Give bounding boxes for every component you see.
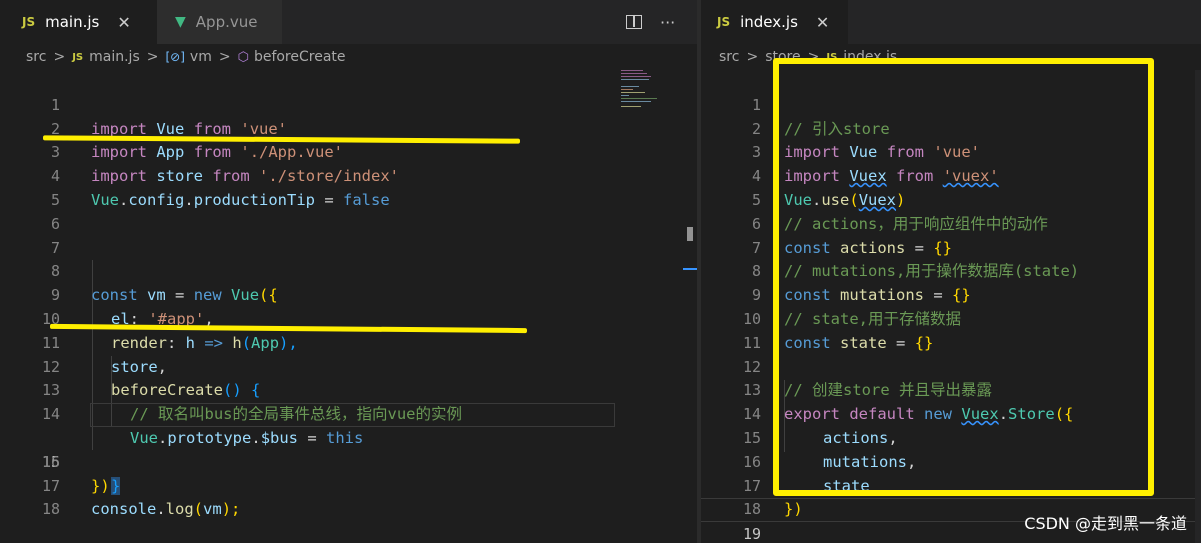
tab-index-js[interactable]: JS index.js ✕ <box>701 0 848 44</box>
left-editor-pane: JS main.js ✕ ▼ App.vue ··· src > JS main… <box>0 0 697 543</box>
code-line-2: 2 import App from './App.vue' <box>0 94 697 162</box>
annotation-highlight-box <box>773 58 1154 496</box>
breadcrumb-symbol-vm[interactable]: vm <box>190 49 212 65</box>
code-line-18: 18 <box>0 475 697 518</box>
vue-file-icon: ▼ <box>175 14 186 30</box>
code-line-5: 5 <box>0 165 697 209</box>
code-line-16: 16 }) <box>0 427 697 495</box>
breadcrumb: src > JS main.js > [⊘] vm > ⬡ beforeCrea… <box>0 44 697 70</box>
scrollbar-thumb[interactable] <box>687 227 693 241</box>
left-code-area[interactable]: 1 import Vue from 'vue' 2 import App fro… <box>0 70 697 519</box>
code-line-17: 17 console.log(vm); <box>0 451 697 519</box>
code-line-9: 9 el: '#app', <box>0 260 697 328</box>
variable-symbol-icon: [⊘] <box>165 50 185 64</box>
code-line-12: 12 beforeCreate() { <box>0 332 697 400</box>
line-number: 18 <box>41 500 60 519</box>
tab-label: App.vue <box>195 13 258 31</box>
right-editor-pane: JS index.js ✕ src > store > JS index.js … <box>701 0 1201 543</box>
close-icon[interactable]: ✕ <box>816 13 829 32</box>
close-icon[interactable]: ✕ <box>117 13 130 32</box>
current-line-highlight <box>90 403 615 427</box>
code-line-10: 10 render: h => h(App), <box>0 284 697 352</box>
tab-label: main.js <box>45 13 100 31</box>
editor-actions: ··· <box>626 0 675 44</box>
chevron-right-icon: > <box>218 49 231 65</box>
breadcrumb-symbol-beforecreate[interactable]: beforeCreate <box>254 49 346 65</box>
tab-main-js[interactable]: JS main.js ✕ <box>0 0 157 44</box>
breadcrumb-file[interactable]: main.js <box>89 49 140 65</box>
code-line-13: 13 // 取名叫bus的全局事件总线，指向vue的实例 <box>0 356 697 423</box>
code-line-14: 14 Vue.prototype.$bus = this <box>0 379 697 447</box>
code-line-1: 1 import Vue from 'vue' <box>0 70 697 138</box>
code-line-4: 4 Vue.config.productionTip = false <box>0 141 697 209</box>
line-number: 19 <box>742 525 761 543</box>
right-tab-bar: JS index.js ✕ <box>701 0 1201 44</box>
js-file-icon: JS <box>22 15 36 29</box>
method-symbol-icon: ⬡ <box>237 49 249 65</box>
code-line-8: 8 const vm = new Vue({ <box>0 237 697 304</box>
js-file-icon: JS <box>72 51 84 63</box>
more-actions-icon[interactable]: ··· <box>660 13 675 32</box>
code-line-7: 7 <box>0 213 697 257</box>
chevron-right-icon: > <box>746 49 759 65</box>
minimap[interactable] <box>621 70 681 110</box>
chevron-right-icon: > <box>146 49 159 65</box>
code-line-15: 15 } <box>0 403 697 495</box>
code-line-6: 6 <box>0 189 697 233</box>
tab-app-vue[interactable]: ▼ App.vue <box>157 0 282 44</box>
breadcrumb-folder[interactable]: src <box>719 49 739 65</box>
breadcrumb-folder[interactable]: src <box>26 49 46 65</box>
cursor-position-marker <box>683 268 697 270</box>
scrollbar-track[interactable] <box>1195 70 1201 543</box>
watermark: CSDN @走到黑一条道 <box>1024 514 1187 533</box>
split-editor-icon[interactable] <box>626 15 642 29</box>
tab-label: index.js <box>740 13 798 31</box>
chevron-right-icon: > <box>53 49 66 65</box>
js-file-icon: JS <box>717 15 731 29</box>
left-tab-bar: JS main.js ✕ ▼ App.vue ··· <box>0 0 697 44</box>
